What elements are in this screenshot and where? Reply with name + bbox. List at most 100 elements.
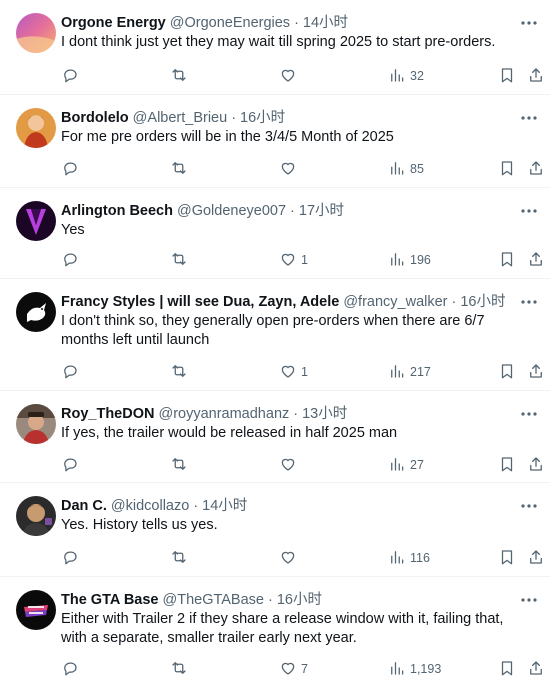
author-name[interactable]: Dan C.	[61, 496, 107, 516]
views-button[interactable]: 27	[388, 455, 424, 475]
tweet[interactable]: Roy_TheDON @royyanramadhanz · 13小时 If ye…	[0, 391, 550, 483]
share-button[interactable]	[527, 659, 545, 679]
avatar[interactable]	[16, 590, 56, 630]
retweet-button[interactable]	[170, 362, 192, 382]
bookmark-icon	[498, 66, 516, 87]
author-handle[interactable]: @francy_walker	[343, 292, 447, 312]
timestamp[interactable]: 17小时	[299, 201, 344, 221]
reply-icon	[61, 659, 79, 680]
author-handle[interactable]: @royyanramadhanz	[158, 404, 289, 424]
separator-dot: ·	[231, 110, 237, 126]
more-options-icon[interactable]	[520, 404, 538, 424]
bookmark-button[interactable]	[498, 159, 516, 179]
tweet-text: I dont think just yet they may wait till…	[61, 34, 496, 50]
reply-button[interactable]	[61, 455, 83, 475]
separator-dot: ·	[451, 294, 457, 310]
author-name[interactable]: Bordolelo	[61, 108, 129, 128]
views-button[interactable]: 1,193	[388, 659, 441, 679]
like-button[interactable]: 7	[279, 659, 308, 679]
author-handle[interactable]: @TheGTABase	[163, 590, 265, 610]
bookmark-button[interactable]	[498, 455, 516, 475]
more-options-icon[interactable]	[520, 108, 538, 128]
reply-button[interactable]	[61, 159, 83, 179]
views-button[interactable]: 116	[388, 548, 430, 568]
more-options-icon[interactable]	[520, 292, 538, 312]
timestamp[interactable]: 14小时	[202, 496, 247, 516]
share-button[interactable]	[527, 548, 545, 568]
bar-chart-icon	[388, 548, 406, 569]
author-name[interactable]: Orgone Energy	[61, 13, 166, 33]
views-count: 32	[410, 69, 424, 83]
timestamp[interactable]: 13小时	[302, 404, 347, 424]
views-button[interactable]: 32	[388, 66, 424, 86]
timestamp[interactable]: 16小时	[460, 292, 505, 312]
author-name[interactable]: Arlington Beech	[61, 201, 173, 221]
reply-button[interactable]	[61, 362, 83, 382]
timestamp[interactable]: 16小时	[277, 590, 322, 610]
bookmark-button[interactable]	[498, 250, 516, 270]
avatar[interactable]	[16, 404, 56, 444]
retweet-icon	[170, 455, 188, 476]
share-button[interactable]	[527, 250, 545, 270]
retweet-button[interactable]	[170, 455, 192, 475]
retweet-button[interactable]	[170, 66, 192, 86]
reply-button[interactable]	[61, 66, 83, 86]
views-button[interactable]: 196	[388, 250, 431, 270]
author-handle[interactable]: @OrgoneEnergies	[170, 13, 290, 33]
share-button[interactable]	[527, 455, 545, 475]
more-options-icon[interactable]	[520, 590, 538, 610]
bookmark-button[interactable]	[498, 66, 516, 86]
share-icon	[527, 362, 545, 383]
reply-icon	[61, 250, 79, 271]
avatar[interactable]	[16, 496, 56, 536]
views-button[interactable]: 85	[388, 159, 424, 179]
retweet-button[interactable]	[170, 659, 192, 679]
tweet[interactable]: Orgone Energy @OrgoneEnergies · 14小时 I d…	[0, 0, 550, 95]
like-button[interactable]	[279, 159, 301, 179]
bookmark-button[interactable]	[498, 362, 516, 382]
retweet-button[interactable]	[170, 250, 192, 270]
tweet[interactable]: The GTA Base @TheGTABase · 16小时 Either w…	[0, 577, 550, 686]
bookmark-button[interactable]	[498, 548, 516, 568]
retweet-icon	[170, 548, 188, 569]
timestamp[interactable]: 14小时	[303, 13, 348, 33]
avatar[interactable]	[16, 292, 56, 332]
avatar[interactable]	[16, 108, 56, 148]
share-button[interactable]	[527, 159, 545, 179]
author-handle[interactable]: @Albert_Brieu	[133, 108, 228, 128]
bookmark-button[interactable]	[498, 659, 516, 679]
like-button[interactable]	[279, 66, 301, 86]
share-button[interactable]	[527, 66, 545, 86]
avatar[interactable]	[16, 201, 56, 241]
share-button[interactable]	[527, 362, 545, 382]
like-button[interactable]: 1	[279, 362, 308, 382]
author-handle[interactable]: @kidcollazo	[111, 496, 189, 516]
retweet-button[interactable]	[170, 548, 192, 568]
tweet-text: Yes	[61, 222, 85, 238]
author-name[interactable]: The GTA Base	[61, 590, 159, 610]
like-button[interactable]: 1	[279, 250, 308, 270]
reply-button[interactable]	[61, 250, 83, 270]
tweet[interactable]: Francy Styles | will see Dua, Zayn, Adel…	[0, 279, 550, 391]
tweet[interactable]: Arlington Beech @Goldeneye007 · 17小时 Yes…	[0, 188, 550, 279]
more-options-icon[interactable]	[520, 201, 538, 221]
more-options-icon[interactable]	[520, 13, 538, 33]
retweet-button[interactable]	[170, 159, 192, 179]
author-handle[interactable]: @Goldeneye007	[177, 201, 286, 221]
author-name[interactable]: Francy Styles | will see Dua, Zayn, Adel…	[61, 292, 339, 312]
more-options-icon[interactable]	[520, 496, 538, 516]
reply-button[interactable]	[61, 548, 83, 568]
author-name[interactable]: Roy_TheDON	[61, 404, 154, 424]
timestamp[interactable]: 16小时	[240, 108, 285, 128]
bookmark-icon	[498, 659, 516, 680]
like-count: 7	[301, 662, 308, 676]
views-button[interactable]: 217	[388, 362, 431, 382]
reply-icon	[61, 362, 79, 383]
reply-button[interactable]	[61, 659, 83, 679]
tweet[interactable]: Bordolelo @Albert_Brieu · 16小时 For me pr…	[0, 95, 550, 188]
bookmark-icon	[498, 250, 516, 271]
like-button[interactable]	[279, 548, 301, 568]
avatar[interactable]	[16, 13, 56, 53]
tweet[interactable]: Dan C. @kidcollazo · 14小时 Yes. History t…	[0, 483, 550, 577]
like-button[interactable]	[279, 455, 301, 475]
